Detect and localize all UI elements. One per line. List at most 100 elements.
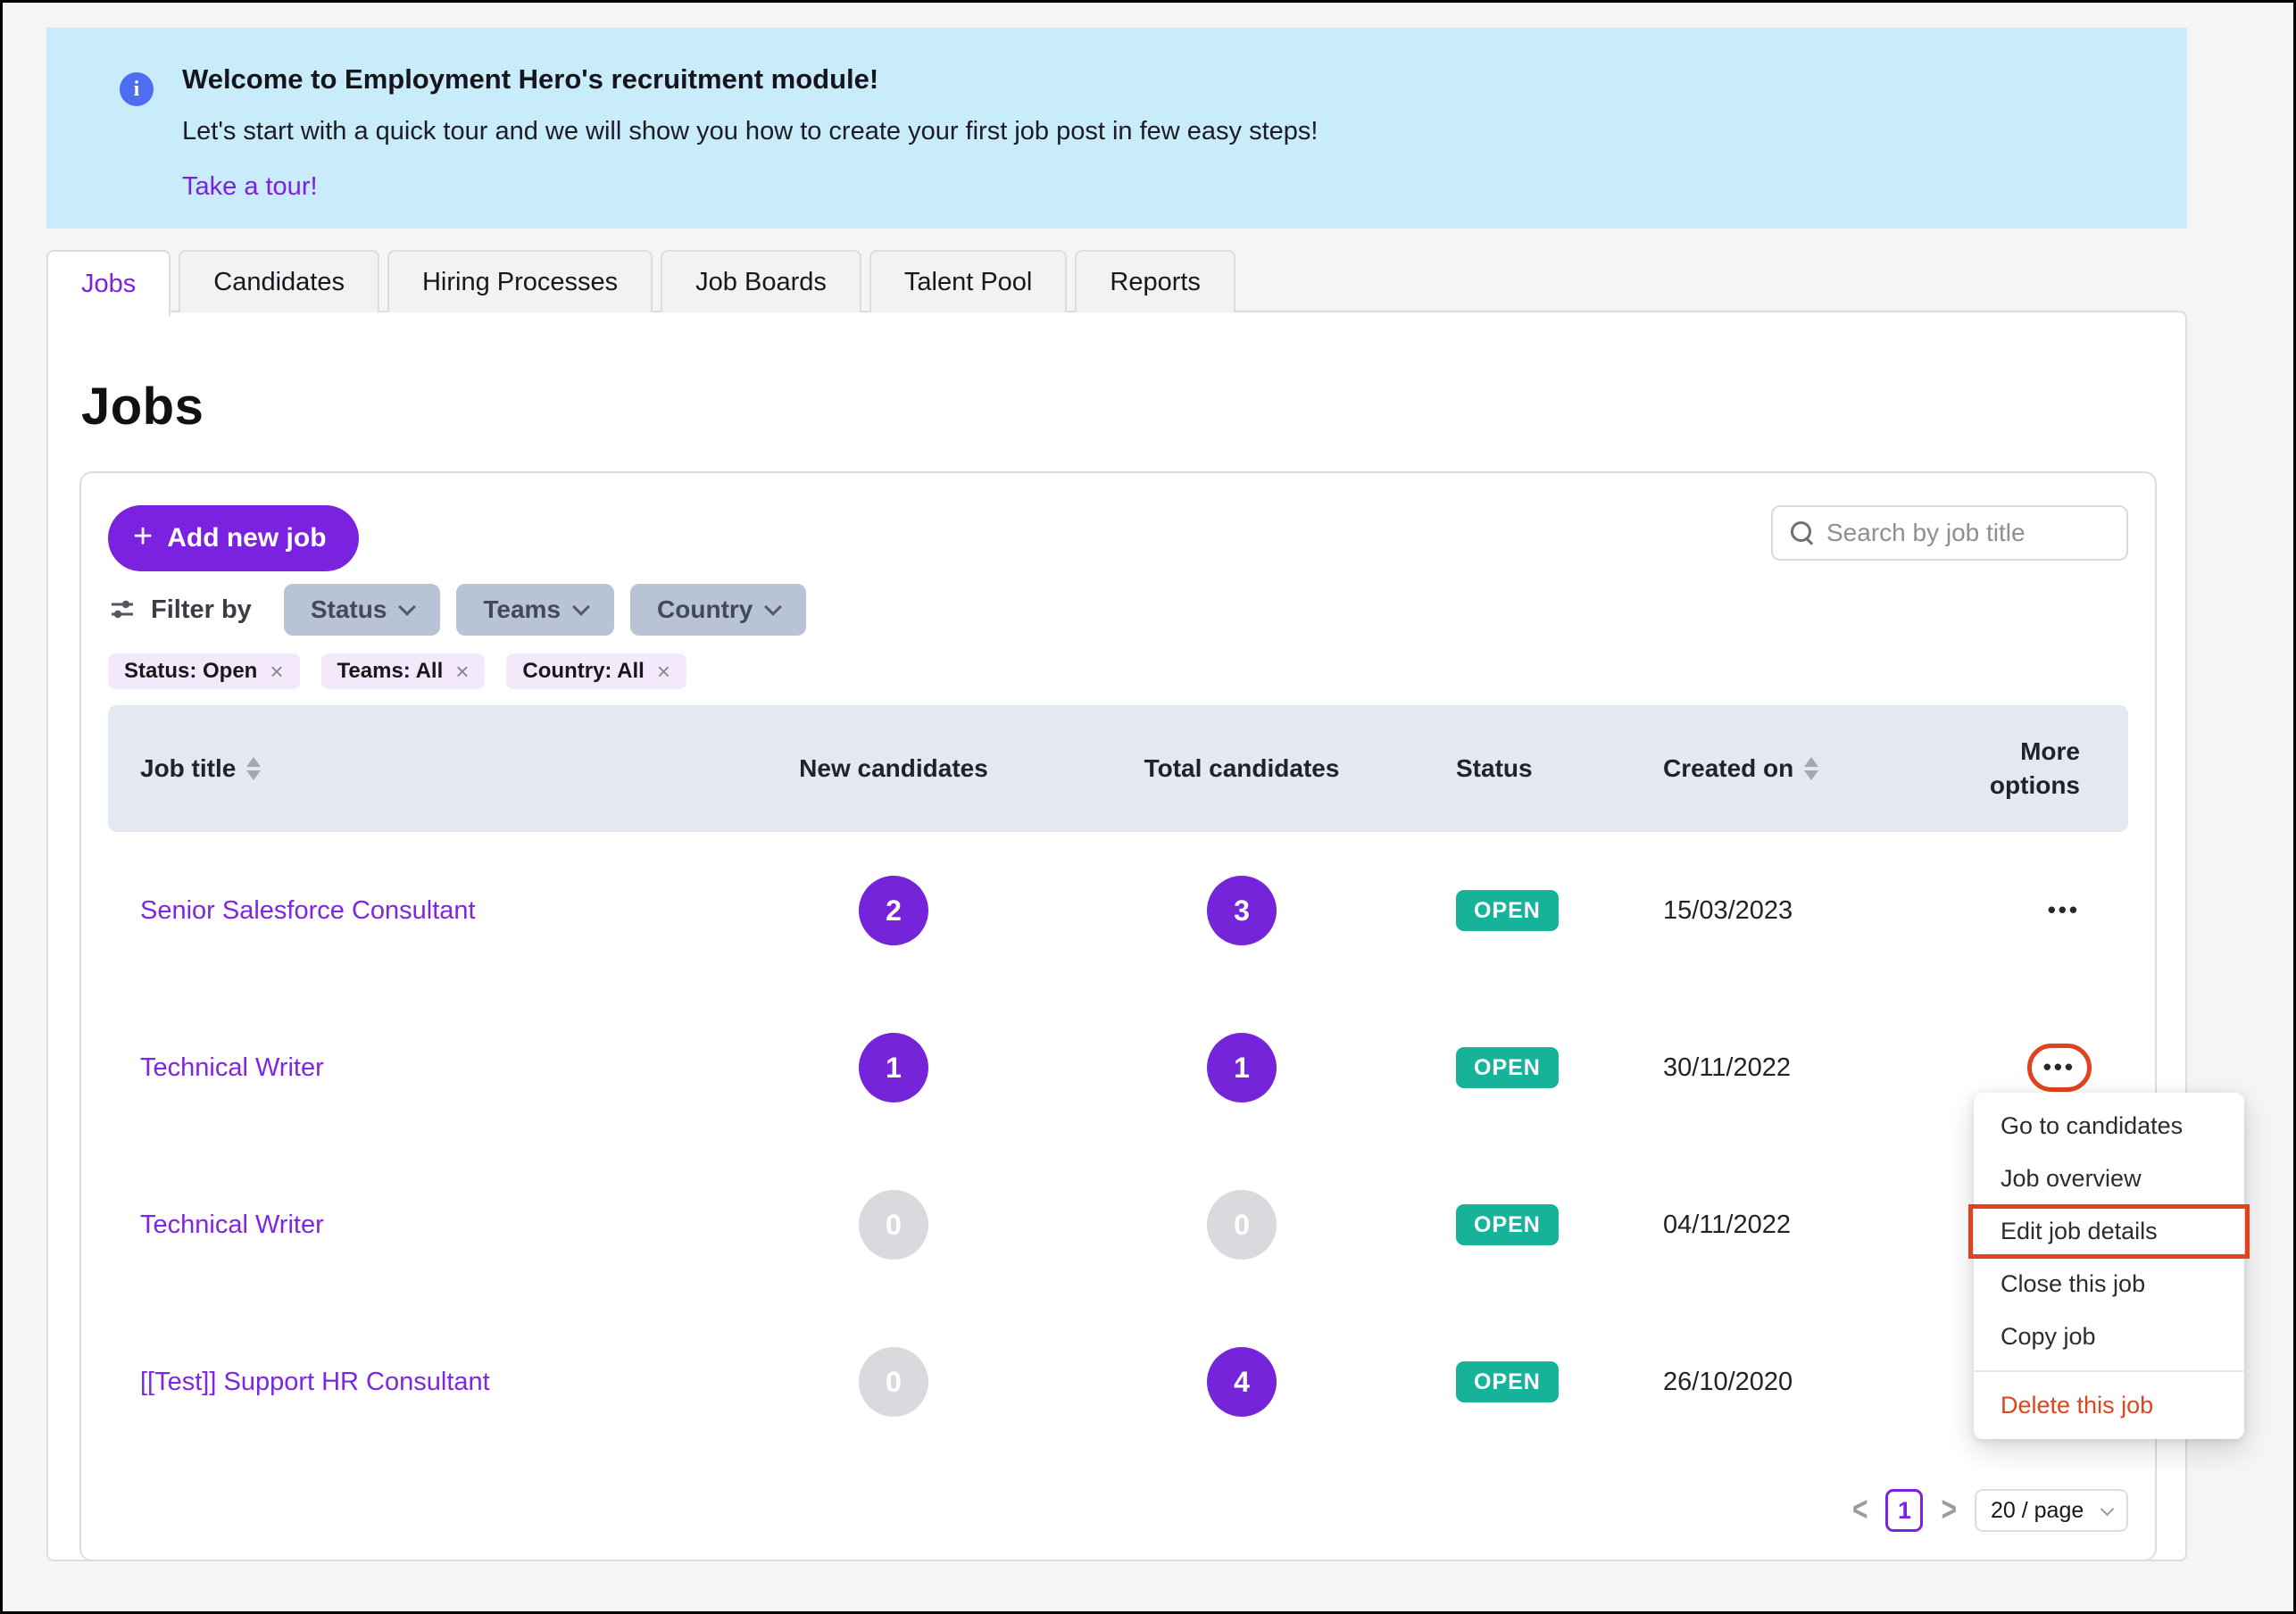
status-filter-dropdown[interactable]: Status bbox=[283, 584, 441, 636]
teams-filter-dropdown[interactable]: Teams bbox=[456, 584, 615, 636]
job-title-link[interactable]: Technical Writer bbox=[140, 1053, 324, 1083]
page-size-value: 20 / page bbox=[1991, 1497, 2084, 1523]
more-options-context-menu: Go to candidates Job overview Edit job d… bbox=[1968, 1093, 2250, 1439]
jobs-card: + Add new job Filter by Status Team bbox=[79, 471, 2157, 1561]
column-created-on[interactable]: Created on bbox=[1635, 754, 1929, 783]
tab-candidates[interactable]: Candidates bbox=[179, 250, 379, 312]
chevron-down-icon bbox=[572, 598, 590, 616]
total-candidates-count: 0 bbox=[1207, 1190, 1277, 1260]
created-on-date: 30/11/2022 bbox=[1663, 1052, 1791, 1082]
created-on-date: 26/10/2020 bbox=[1663, 1367, 1793, 1396]
more-options-ellipsis-icon[interactable]: ••• bbox=[2043, 1052, 2076, 1083]
plus-icon: + bbox=[133, 518, 154, 555]
tab-candidates-label: Candidates bbox=[213, 267, 345, 296]
filter-row: Filter by Status Teams Country bbox=[108, 584, 2128, 636]
tab-jobs-label: Jobs bbox=[81, 269, 137, 298]
take-a-tour-link[interactable]: Take a tour! bbox=[182, 172, 318, 202]
status-filter-label: Status bbox=[310, 595, 387, 623]
tab-job-boards-label: Job Boards bbox=[695, 267, 827, 296]
annotation-highlight-ellipse: ••• bbox=[2026, 1044, 2092, 1092]
page-size-select[interactable]: 20 / page bbox=[1975, 1489, 2128, 1532]
tab-talent-pool[interactable]: Talent Pool bbox=[869, 250, 1068, 312]
menu-item-job-overview[interactable]: Job overview bbox=[1974, 1152, 2244, 1205]
table-header: Job title New candidates Total candidate… bbox=[108, 705, 2128, 832]
chevron-down-icon bbox=[2100, 1502, 2115, 1516]
tab-bar: Jobs Candidates Hiring Processes Job Boa… bbox=[46, 250, 1235, 316]
search-box[interactable] bbox=[1771, 505, 2128, 561]
chip-teams-all[interactable]: Teams: All × bbox=[320, 653, 486, 689]
column-job-title[interactable]: Job title bbox=[108, 754, 733, 783]
table-row: Senior Salesforce Consultant 2 3 OPEN 15… bbox=[108, 832, 2128, 989]
close-icon[interactable]: × bbox=[270, 660, 283, 683]
country-filter-label: Country bbox=[657, 595, 753, 623]
banner-subtitle: Let's start with a quick tour and we wil… bbox=[182, 117, 1319, 146]
menu-item-go-to-candidates[interactable]: Go to candidates bbox=[1974, 1100, 2244, 1152]
job-title-link[interactable]: Senior Salesforce Consultant bbox=[140, 896, 476, 926]
filter-by-label: Filter by bbox=[151, 595, 252, 624]
toolbar: + Add new job bbox=[108, 505, 2128, 571]
chip-country-all-label: Country: All bbox=[522, 659, 645, 683]
table-row: Technical Writer 0 0 OPEN 04/11/2022 ••• bbox=[108, 1146, 2128, 1303]
sort-icon[interactable] bbox=[246, 757, 262, 780]
column-new-candidates: New candidates bbox=[799, 754, 988, 782]
created-on-date: 04/11/2022 bbox=[1663, 1210, 1791, 1239]
tab-hiring-processes[interactable]: Hiring Processes bbox=[387, 250, 653, 312]
menu-item-delete-this-job[interactable]: Delete this job bbox=[1974, 1379, 2244, 1432]
chip-country-all[interactable]: Country: All × bbox=[506, 653, 687, 689]
created-on-date: 15/03/2023 bbox=[1663, 895, 1793, 925]
teams-filter-label: Teams bbox=[483, 595, 562, 623]
new-candidates-count: 0 bbox=[859, 1190, 928, 1260]
filter-icon bbox=[112, 600, 133, 619]
chip-teams-all-label: Teams: All bbox=[337, 659, 444, 683]
column-total-candidates: Total candidates bbox=[1144, 754, 1340, 782]
tab-reports[interactable]: Reports bbox=[1075, 250, 1235, 312]
add-new-job-button[interactable]: + Add new job bbox=[108, 505, 359, 571]
more-options-ellipsis-icon[interactable]: ••• bbox=[2048, 894, 2080, 926]
chevron-down-icon bbox=[398, 598, 417, 616]
welcome-banner: i Welcome to Employment Hero's recruitme… bbox=[46, 28, 2187, 229]
pagination: < 1 > 20 / page bbox=[108, 1489, 2128, 1532]
search-input[interactable] bbox=[1826, 519, 2109, 547]
status-badge: OPEN bbox=[1456, 1047, 1559, 1088]
search-icon bbox=[1791, 521, 1814, 545]
menu-item-edit-job-details[interactable]: Edit job details bbox=[1968, 1204, 2250, 1259]
page-title: Jobs bbox=[81, 378, 204, 436]
column-more-options: More options bbox=[1989, 737, 2080, 799]
status-badge: OPEN bbox=[1456, 1361, 1559, 1402]
status-badge: OPEN bbox=[1456, 890, 1559, 931]
total-candidates-count: 3 bbox=[1207, 876, 1277, 945]
active-filter-chips: Status: Open × Teams: All × Country: All… bbox=[108, 653, 2128, 689]
close-icon[interactable]: × bbox=[657, 660, 670, 683]
chevron-down-icon bbox=[764, 598, 783, 616]
country-filter-dropdown[interactable]: Country bbox=[630, 584, 807, 636]
table-row: Technical Writer 1 1 OPEN 30/11/2022 ••• bbox=[108, 989, 2128, 1146]
tab-job-boards[interactable]: Job Boards bbox=[661, 250, 861, 312]
info-icon: i bbox=[120, 72, 154, 106]
new-candidates-count: 1 bbox=[859, 1033, 928, 1102]
table-row: [[Test]] Support HR Consultant 0 4 OPEN … bbox=[108, 1303, 2128, 1460]
column-created-on-label: Created on bbox=[1663, 754, 1794, 782]
chip-status-open[interactable]: Status: Open × bbox=[108, 653, 300, 689]
tab-jobs[interactable]: Jobs bbox=[46, 250, 171, 316]
close-icon[interactable]: × bbox=[455, 660, 469, 683]
total-candidates-count: 1 bbox=[1207, 1033, 1277, 1102]
current-page-button[interactable]: 1 bbox=[1885, 1489, 1924, 1532]
total-candidates-count: 4 bbox=[1207, 1347, 1277, 1417]
chevron-left-icon[interactable]: < bbox=[1852, 1491, 1868, 1530]
menu-divider bbox=[1974, 1370, 2244, 1372]
tab-reports-label: Reports bbox=[1110, 267, 1201, 296]
column-status: Status bbox=[1456, 754, 1533, 782]
menu-item-copy-job[interactable]: Copy job bbox=[1974, 1310, 2244, 1363]
menu-item-close-this-job[interactable]: Close this job bbox=[1974, 1258, 2244, 1310]
chip-status-open-label: Status: Open bbox=[124, 659, 258, 683]
sort-icon[interactable] bbox=[1804, 757, 1819, 780]
job-title-link[interactable]: Technical Writer bbox=[140, 1210, 324, 1240]
banner-title: Welcome to Employment Hero's recruitment… bbox=[182, 63, 879, 95]
new-candidates-count: 2 bbox=[859, 876, 928, 945]
chevron-right-icon[interactable]: > bbox=[1941, 1491, 1957, 1530]
job-title-link[interactable]: [[Test]] Support HR Consultant bbox=[140, 1368, 490, 1397]
add-new-job-label: Add new job bbox=[167, 523, 327, 553]
jobs-panel: Jobs + Add new job Filter by Status bbox=[46, 311, 2187, 1561]
column-job-title-label: Job title bbox=[140, 754, 237, 782]
new-candidates-count: 0 bbox=[859, 1347, 928, 1417]
